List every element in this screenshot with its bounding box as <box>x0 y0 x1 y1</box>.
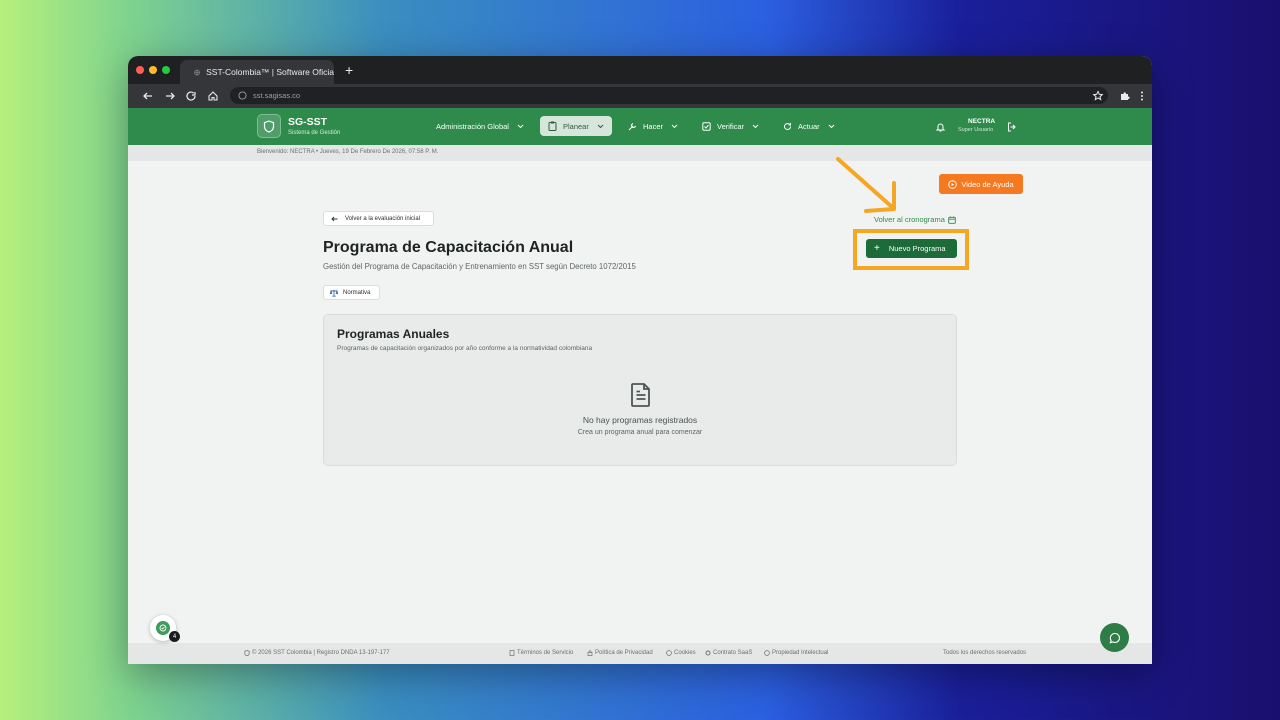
globe-icon <box>194 69 200 75</box>
browser-window: SST-Colombia™ | Software Oficia + sst.sa… <box>128 56 1152 664</box>
widget-check-icon <box>156 621 170 635</box>
help-video-button[interactable]: Video de Ayuda <box>939 174 1023 194</box>
close-window-button[interactable] <box>136 66 144 74</box>
footer-link-terms[interactable]: Términos de Servicio <box>509 650 573 656</box>
menu-hacer[interactable]: Hacer <box>620 116 686 136</box>
scale-icon <box>330 288 338 297</box>
wrench-icon <box>628 122 637 130</box>
lock-small-icon <box>587 650 593 656</box>
help-video-label: Video de Ayuda <box>961 179 1014 189</box>
menu-label: Verificar <box>717 121 745 131</box>
chevron-down-icon <box>517 124 524 128</box>
user-role: Super Usuario <box>958 127 994 133</box>
chevron-down-icon <box>752 124 759 128</box>
calendar-icon <box>948 216 956 224</box>
shield-icon <box>263 119 275 133</box>
menu-planear[interactable]: Planear <box>540 116 612 136</box>
footer-copyright-text: © 2026 SST Colombia | Registro DNDA 13-1… <box>252 650 390 656</box>
logo[interactable] <box>257 114 281 138</box>
back-button-label: Volver a la evaluación inicial <box>345 215 421 222</box>
footer-link-label: Cookies <box>674 650 696 656</box>
site-info-icon[interactable] <box>238 91 247 100</box>
tab-title: SST-Colombia™ | Software Oficia <box>206 67 334 77</box>
app-header: SG-SST Sistema de Gestión Administración… <box>128 108 1152 145</box>
new-program-button[interactable]: + Nuevo Programa <box>866 239 957 258</box>
menu-label: Actuar <box>798 121 820 131</box>
play-circle-icon <box>948 179 958 189</box>
footer-copyright: © 2026 SST Colombia | Registro DNDA 13-1… <box>244 650 390 656</box>
footer-link-label: Contrato SaaS <box>713 650 753 656</box>
footer-link-label: Propiedad Intelectual <box>772 650 829 656</box>
menu-actuar[interactable]: Actuar <box>775 116 843 136</box>
menu-label: Hacer <box>643 121 664 131</box>
new-tab-button[interactable]: + <box>345 62 353 78</box>
check-square-icon <box>702 121 711 131</box>
menu-verificar[interactable]: Verificar <box>694 116 767 136</box>
chevron-down-icon <box>671 124 678 128</box>
footer-rights: Todos los derechos reservados <box>943 650 1027 656</box>
forward-arrow-icon[interactable] <box>164 90 176 102</box>
page-title: Programa de Capacitación Anual <box>323 239 574 256</box>
bookmark-star-icon[interactable] <box>1092 90 1104 102</box>
shield-small-icon <box>244 650 250 656</box>
minimize-window-button[interactable] <box>149 66 157 74</box>
home-icon[interactable] <box>207 90 219 102</box>
menu-administracion-global[interactable]: Administración Global <box>428 116 532 136</box>
page-subtitle: Gestión del Programa de Capacitación y E… <box>323 262 636 271</box>
badge-label: Normativa <box>343 289 371 296</box>
plus-icon: + <box>874 242 880 254</box>
browser-menu-icon[interactable] <box>1136 90 1148 102</box>
footer-link-contract[interactable]: Contrato SaaS <box>705 650 752 656</box>
footer-link-cookies[interactable]: Cookies <box>666 650 696 656</box>
normativa-badge[interactable]: Normativa <box>323 285 380 300</box>
maximize-window-button[interactable] <box>162 66 170 74</box>
document-icon <box>631 383 650 407</box>
browser-tab[interactable]: SST-Colombia™ | Software Oficia <box>180 60 334 84</box>
document-small-icon <box>509 650 515 656</box>
back-to-evaluation-button[interactable]: Volver a la evaluación inicial <box>323 211 434 226</box>
footer-link-label: Términos de Servicio <box>517 650 574 656</box>
clipboard-icon <box>548 121 557 131</box>
empty-state-title: No hay programas registrados <box>582 415 698 425</box>
footer-link-ip[interactable]: Propiedad Intelectual <box>764 650 828 656</box>
brand-name: SG-SST <box>288 116 328 128</box>
menu-label: Administración Global <box>436 121 509 131</box>
brand-subtitle: Sistema de Gestión <box>288 130 341 136</box>
menu-label: Planear <box>563 121 589 131</box>
refresh-icon <box>784 122 792 130</box>
browser-toolbar: sst.sagisas.co <box>128 84 1152 108</box>
gear-small-icon <box>705 650 711 656</box>
chat-button[interactable] <box>1100 623 1129 652</box>
welcome-text: Bienvenido: NECTRA • Jueves, 19 De Febre… <box>257 149 439 155</box>
user-name: NECTRA <box>968 118 996 125</box>
tab-strip: SST-Colombia™ | Software Oficia + <box>128 56 1152 84</box>
copyright-small-icon <box>764 650 770 656</box>
url-text: sst.sagisas.co <box>253 91 301 100</box>
bell-icon[interactable] <box>936 122 945 132</box>
footer: © 2026 SST Colombia | Registro DNDA 13-1… <box>128 643 1152 664</box>
chevron-down-icon <box>597 124 604 128</box>
reload-icon[interactable] <box>185 90 197 102</box>
logout-icon[interactable] <box>1007 122 1017 132</box>
annual-programs-card: Programas Anuales Programas de capacitac… <box>323 314 957 466</box>
chat-bubble-icon <box>1108 632 1120 644</box>
new-program-label: Nuevo Programa <box>888 244 946 253</box>
chevron-down-icon <box>828 124 835 128</box>
footer-link-privacy[interactable]: Política de Privacidad <box>587 650 653 656</box>
back-arrow-icon[interactable] <box>142 90 154 102</box>
card-title: Programas Anuales <box>337 327 450 341</box>
extensions-puzzle-icon[interactable] <box>1119 90 1131 102</box>
address-bar[interactable]: sst.sagisas.co <box>230 87 1108 104</box>
card-description: Programas de capacitación organizados po… <box>337 345 593 352</box>
empty-state-subtitle: Crea un programa anual para comenzar <box>577 429 703 436</box>
cookie-small-icon <box>666 650 672 656</box>
annotation-arrow-icon <box>836 157 896 213</box>
welcome-bar: Bienvenido: NECTRA • Jueves, 19 De Febre… <box>128 145 1152 161</box>
notification-count-badge: 4 <box>169 631 180 642</box>
arrow-left-icon <box>331 216 338 221</box>
footer-link-label: Política de Privacidad <box>595 650 653 656</box>
